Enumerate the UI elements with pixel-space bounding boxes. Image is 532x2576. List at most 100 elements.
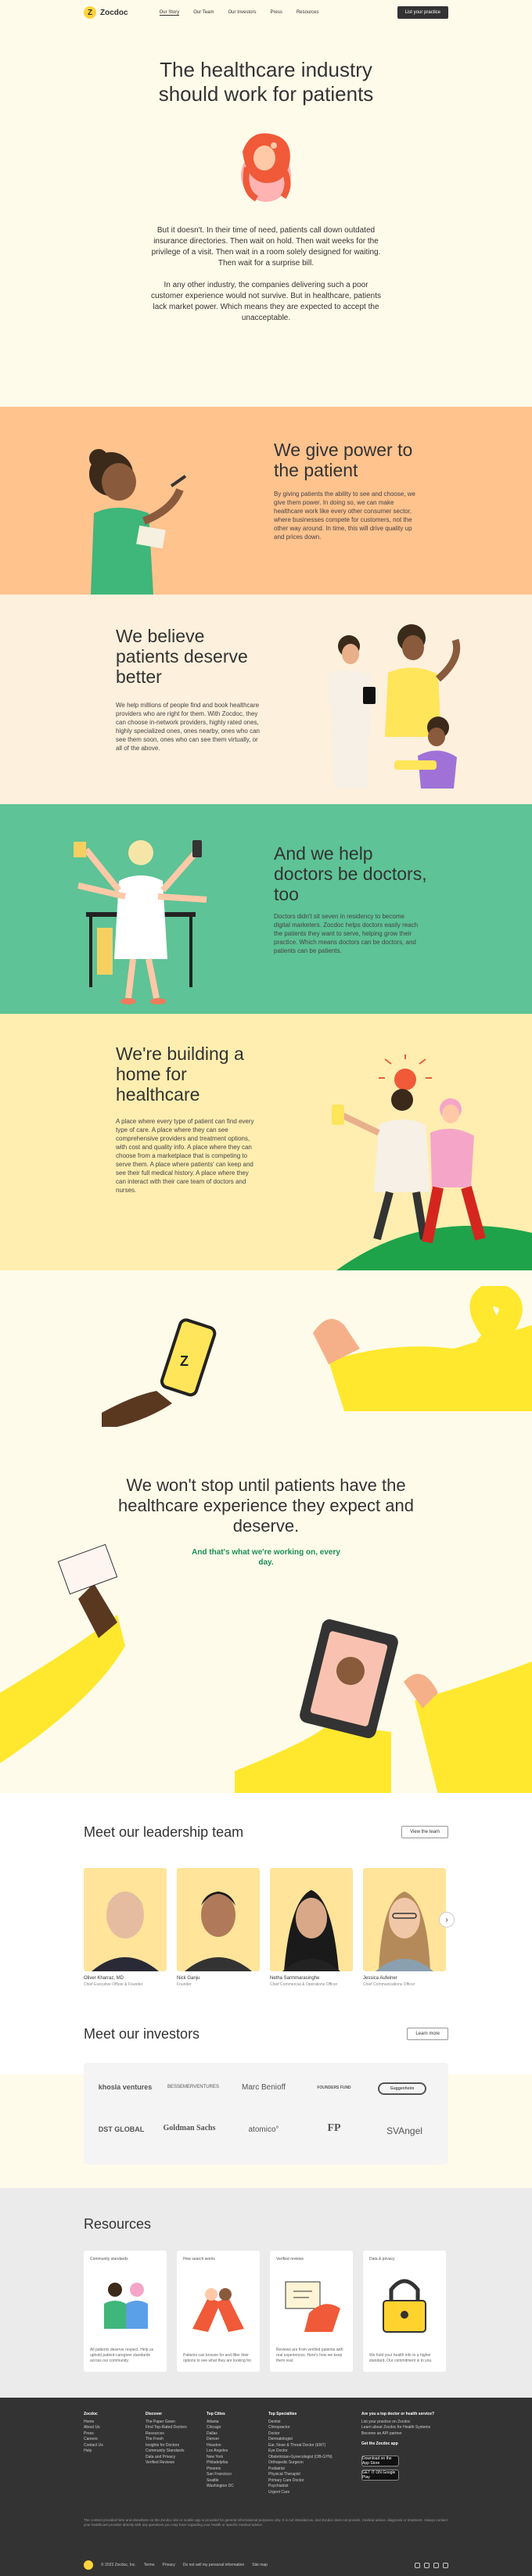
footer-link[interactable]: Dallas: [207, 2431, 261, 2438]
footer-link[interactable]: Washington DC: [207, 2484, 261, 2490]
footer-link[interactable]: Press: [84, 2431, 138, 2438]
footer-link[interactable]: Philadelphia: [207, 2460, 261, 2466]
resource-description: All patients deserve respect. Help us up…: [90, 2348, 154, 2363]
footer-link[interactable]: Learn about Zocdoc for Health Systems: [361, 2425, 448, 2431]
footer-link[interactable]: Eye Doctor: [268, 2448, 353, 2455]
footer-link-do-not-sell[interactable]: Do not sell my personal information: [183, 2563, 244, 2567]
twitter-icon[interactable]: [415, 2562, 420, 2568]
footer-link[interactable]: Verified Reviews: [146, 2460, 200, 2466]
learn-more-button[interactable]: Learn more: [407, 2028, 448, 2040]
footer-link[interactable]: Community Standards: [146, 2448, 200, 2455]
footer-link[interactable]: Become an API partner: [361, 2431, 448, 2438]
resource-card[interactable]: Data & privacy We hold your health info …: [363, 2251, 446, 2372]
footer-link[interactable]: Los Angeles: [207, 2448, 261, 2455]
doctors-section: And we help doctors be doctors, too Doct…: [0, 804, 532, 1014]
zocdoc-logo[interactable]: Z Zocdoc: [84, 6, 128, 19]
footer-link[interactable]: Houston: [207, 2443, 261, 2449]
footer-link[interactable]: Atlanta: [207, 2420, 261, 2426]
footer-link[interactable]: Primary Care Doctor: [268, 2478, 353, 2484]
footer-link-terms[interactable]: Terms: [144, 2563, 155, 2567]
resource-card[interactable]: How search works Patients can browse for…: [177, 2251, 260, 2372]
footer-link[interactable]: Chiropractor: [268, 2425, 353, 2431]
footer-link[interactable]: Dermatologist: [268, 2437, 353, 2443]
resources-title: Resources: [84, 2216, 152, 2232]
app-store-button[interactable]: Download on the App Store: [361, 2456, 399, 2466]
thumbs-up-illustration: [297, 1281, 532, 1415]
reviews-illustration: [285, 2281, 340, 2332]
investor-logo: Guggenheim: [378, 2082, 426, 2095]
community-illustration: [104, 2283, 148, 2329]
hero-section: The healthcare industry should work for …: [0, 25, 532, 407]
footer-link[interactable]: Podiatrist: [268, 2466, 353, 2473]
footer-link[interactable]: Ear, Nose & Throat Doctor (ENT): [268, 2443, 353, 2449]
footer-link[interactable]: San Francisco: [207, 2472, 261, 2478]
footer-link[interactable]: Seattle: [207, 2478, 261, 2484]
nav-link-our-investors[interactable]: Our Investors: [228, 10, 256, 16]
footer-column-providers: Are you a top doctor or health service? …: [361, 2412, 448, 2449]
footer-link[interactable]: Chicago: [207, 2425, 261, 2431]
investor-logo: Marc Benioff: [242, 2083, 286, 2092]
resource-description: We hold your health info to a higher sta…: [369, 2353, 433, 2363]
hero-illustration: [219, 120, 313, 207]
facebook-icon[interactable]: [424, 2562, 430, 2568]
footer-link[interactable]: The Paper Gown: [146, 2420, 200, 2426]
leader-name: Jessica Aufeiner: [363, 1976, 397, 1981]
footer-link[interactable]: Denver: [207, 2437, 261, 2443]
footer-link[interactable]: Psychiatrist: [268, 2484, 353, 2490]
leader-role: Chief Communications Officer: [363, 1982, 415, 1987]
top-nav: Z Zocdoc Our Story Our Team Our Investor…: [0, 0, 532, 25]
leader-card[interactable]: Nick Ganju Founder: [177, 1868, 260, 1987]
google-play-button[interactable]: GET IT ON Google Play: [361, 2470, 399, 2481]
footer-link[interactable]: Doctor: [268, 2431, 353, 2438]
footer-link[interactable]: Help: [84, 2448, 138, 2455]
svg-text:Z: Z: [180, 1353, 189, 1369]
footer-link[interactable]: New York: [207, 2455, 261, 2461]
investor-logo: FOUNDERS FUND: [317, 2086, 351, 2090]
footer-link[interactable]: Phoenix: [207, 2466, 261, 2473]
investor-logo: BESSEMERVENTURES: [167, 2085, 219, 2089]
footer-link[interactable]: Obstetrician-Gynecologist (OB-GYN): [268, 2455, 353, 2461]
linkedin-icon[interactable]: [443, 2562, 448, 2568]
nav-link-our-team[interactable]: Our Team: [193, 10, 214, 16]
leadership-section: Meet our leadership team View the team O…: [0, 1793, 532, 2075]
leader-card[interactable]: Oliver Kharraz, MD Chief Executive Offic…: [84, 1868, 167, 1987]
logo-mark-icon: Z: [84, 6, 96, 19]
nav-link-press[interactable]: Press: [271, 10, 282, 16]
nav-link-our-story[interactable]: Our Story: [159, 10, 180, 16]
instagram-icon[interactable]: [433, 2562, 439, 2568]
footer-link[interactable]: Careers: [84, 2437, 138, 2443]
leadership-title: Meet our leadership team: [84, 1824, 244, 1840]
nav-link-resources[interactable]: Resources: [297, 10, 319, 16]
list-practice-button[interactable]: List your practice: [397, 6, 448, 19]
footer-link[interactable]: Resources: [146, 2431, 200, 2438]
leader-role: Chief Executive Officer & Founder: [84, 1982, 143, 1987]
leader-card[interactable]: Netha Sarmmarasinghe Chief Commercial & …: [270, 1868, 353, 1987]
footer-app-heading: Get the Zocdoc app: [361, 2441, 398, 2446]
footer-link[interactable]: Urgent Care: [268, 2490, 353, 2496]
footer-link[interactable]: The Fresh: [146, 2437, 200, 2443]
footer-link[interactable]: Orthopedic Surgeon: [268, 2460, 353, 2466]
resource-card[interactable]: Verified reviews Reviews are from verifi…: [270, 2251, 353, 2372]
footer: Zocdoc Home About Us Press Careers Conta…: [0, 2398, 532, 2576]
footer-link[interactable]: Dentist: [268, 2420, 353, 2426]
investor-logo: atomico°: [248, 2125, 279, 2134]
footer-link-privacy[interactable]: Privacy: [162, 2563, 174, 2567]
footer-link[interactable]: List your practice on Zocdoc: [361, 2420, 448, 2426]
view-team-button[interactable]: View the team: [401, 1826, 448, 1838]
resource-tag: Community standards: [90, 2257, 128, 2262]
resource-card[interactable]: Community standards All patients deserve…: [84, 2251, 167, 2372]
carousel-next-icon[interactable]: ›: [439, 1912, 455, 1928]
leader-card[interactable]: Jessica Aufeiner Chief Communications Of…: [363, 1868, 446, 1987]
footer-heading: Are you a top doctor or health service?: [361, 2412, 435, 2416]
footer-link[interactable]: Insights for Doctors: [146, 2443, 200, 2449]
leader-role: Chief Commercial & Operations Officer: [270, 1982, 338, 1987]
footer-link[interactable]: About Us: [84, 2425, 138, 2431]
footer-link[interactable]: Home: [84, 2420, 138, 2426]
resource-description: Reviews are from verified patients with …: [276, 2348, 343, 2363]
footer-link[interactable]: Physical Therapist: [268, 2472, 353, 2478]
footer-link[interactable]: Contact Us: [84, 2443, 138, 2449]
footer-link-site-map[interactable]: Site map: [252, 2563, 268, 2567]
footer-link[interactable]: Data and Privacy: [146, 2455, 200, 2461]
footer-link[interactable]: Find Top-Rated Doctors: [146, 2425, 200, 2431]
footer-heading: Top Cities: [207, 2412, 225, 2416]
